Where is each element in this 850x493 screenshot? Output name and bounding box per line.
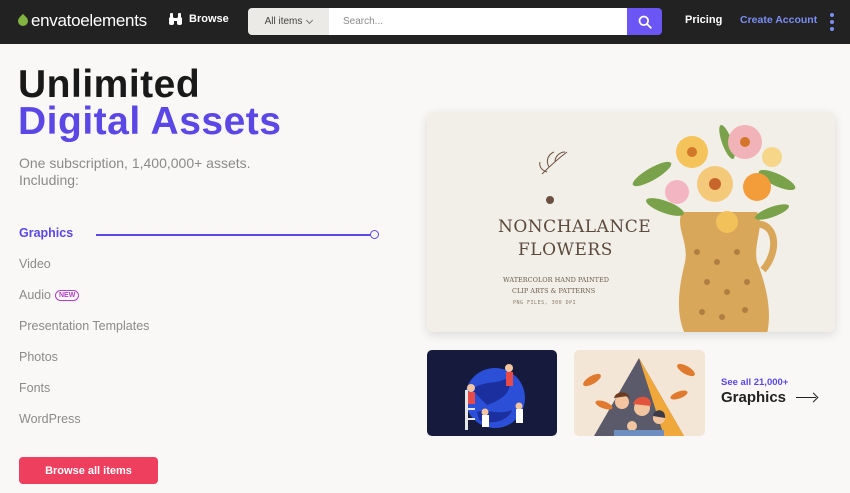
- leaf-icon: [15, 13, 31, 29]
- pricing-link[interactable]: Pricing: [685, 14, 722, 26]
- category-dropdown[interactable]: All items: [248, 8, 329, 35]
- top-navigation: envatoelements Browse All items Pricing …: [0, 0, 850, 44]
- see-all-category-label: Graphics: [721, 389, 787, 406]
- envato-elements-logo[interactable]: envato elements: [15, 11, 147, 31]
- search-bar: All items: [248, 8, 662, 35]
- search-input[interactable]: [329, 8, 627, 35]
- category-label: Audio: [19, 288, 51, 302]
- graphic-thumbnail-2[interactable]: [574, 350, 705, 436]
- category-item-wordpress[interactable]: WordPress: [19, 412, 81, 426]
- category-item-fonts[interactable]: Fonts: [19, 381, 50, 395]
- see-all-category-link[interactable]: Graphics: [721, 389, 817, 406]
- category-item-graphics[interactable]: Graphics: [19, 226, 73, 240]
- category-label: WordPress: [19, 412, 81, 426]
- category-label: Presentation Templates: [19, 319, 150, 333]
- search-icon: [638, 15, 652, 29]
- graphic-thumbnail-1[interactable]: [427, 350, 557, 436]
- search-button[interactable]: [627, 8, 662, 35]
- thumbnail-illustration: [465, 364, 525, 430]
- arrow-right-icon: [796, 396, 817, 399]
- feature-title-line1: NONCHALANCE: [498, 217, 652, 237]
- thumbnail-illustration: [583, 358, 695, 436]
- category-item-audio[interactable]: Audio NEW: [19, 288, 80, 302]
- create-account-link[interactable]: Create Account: [740, 14, 817, 26]
- category-label: Graphics: [19, 226, 74, 240]
- see-all-count-link[interactable]: See all 21,000+: [721, 377, 788, 388]
- browse-label: Browse: [189, 13, 229, 25]
- feature-subtitle-line1: WATERCOLOR HAND PAINTED: [503, 276, 609, 284]
- feature-subtitle-line2: CLIP ARTS & PATTERNS: [512, 287, 596, 295]
- category-label: Fonts: [19, 381, 51, 395]
- kebab-icon[interactable]: [830, 13, 834, 31]
- category-label: Video: [19, 257, 51, 271]
- browse-button[interactable]: Browse: [168, 12, 229, 26]
- category-dropdown-value: All items: [264, 16, 303, 27]
- logo-text-elements: elements: [80, 11, 147, 30]
- feature-subtitle-line3: PNG FILES, 300 DPI: [513, 300, 577, 306]
- category-item-photos[interactable]: Photos: [19, 350, 58, 364]
- category-label: Photos: [19, 350, 58, 364]
- chevron-down-icon: [306, 16, 314, 24]
- featured-graphic-card[interactable]: NONCHALANCE FLOWERS WATERCOLOR HAND PAIN…: [427, 112, 835, 332]
- active-category-indicator-line: [96, 234, 370, 236]
- category-item-video[interactable]: Video: [19, 257, 51, 271]
- hero-subtitle: One subscription, 1,400,000+ assets. Inc…: [19, 155, 251, 188]
- browse-all-items-button[interactable]: Browse all items: [19, 457, 158, 484]
- active-category-indicator-dot: [370, 230, 379, 239]
- category-item-presentation-templates[interactable]: Presentation Templates: [19, 319, 149, 333]
- new-badge: NEW: [54, 289, 80, 301]
- logo-text-envato: envato: [31, 11, 81, 30]
- binoculars-icon: [169, 13, 182, 25]
- hero-title-line2: Digital Assets: [18, 100, 282, 143]
- feature-title-line2: FLOWERS: [518, 240, 613, 260]
